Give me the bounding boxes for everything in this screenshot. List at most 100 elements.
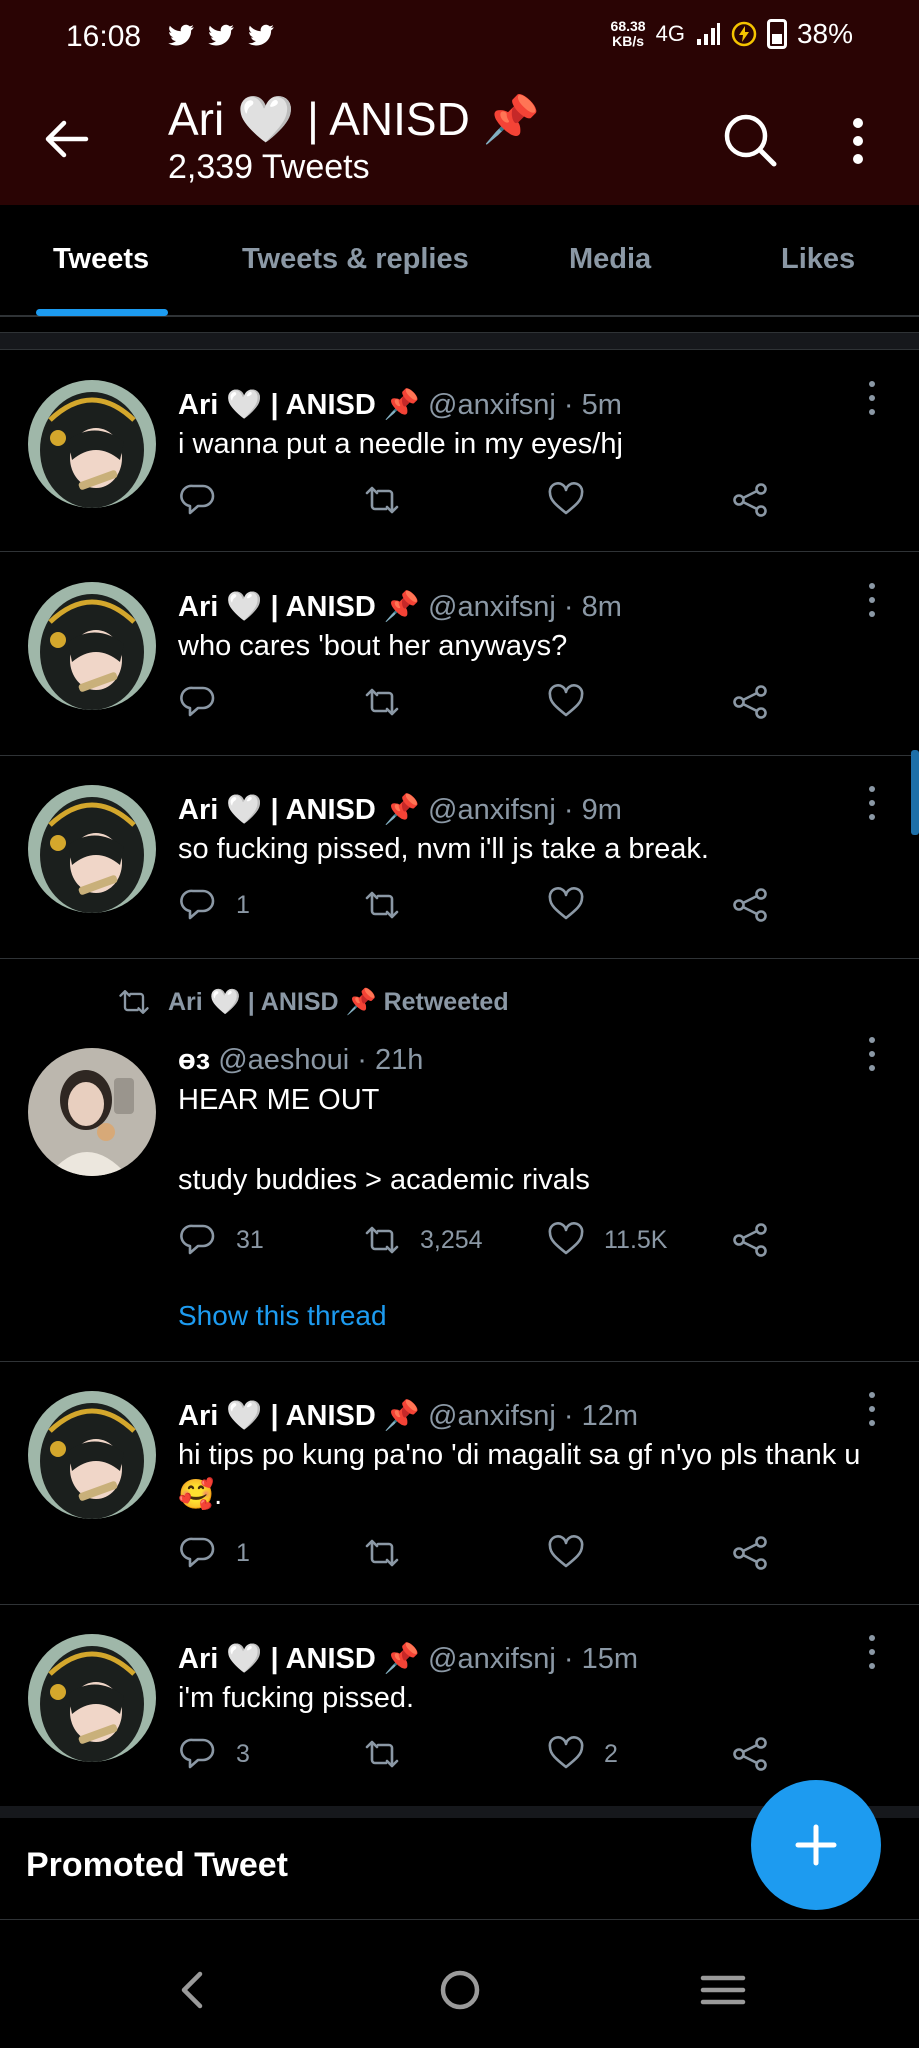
retweet-icon: [365, 1539, 399, 1567]
reply-icon: [180, 1224, 215, 1255]
tweet-actions: [178, 682, 778, 726]
reply-button[interactable]: 3: [178, 1734, 250, 1774]
notification-icons: [166, 22, 276, 50]
author-name: Ari 🤍 | ANISD 📌: [178, 1643, 420, 1675]
tweet-more-icon[interactable]: [862, 1034, 882, 1074]
status-time: 16:08: [66, 20, 142, 53]
retweeted-by-label: Ari 🤍 | ANISD 📌 Retweeted: [168, 987, 509, 1016]
tab-media[interactable]: Media: [569, 243, 651, 276]
author-name: Ari 🤍 | ANISD 📌: [178, 794, 420, 826]
share-icon: [733, 1223, 767, 1257]
arrow-left-icon: [45, 120, 89, 158]
retweet-button[interactable]: [362, 480, 420, 520]
retweet-button[interactable]: [362, 1734, 420, 1774]
share-icon: [733, 685, 767, 719]
compose-tweet-button[interactable]: [751, 1780, 881, 1910]
profile-name: Ari 🤍 | ANISD 📌: [168, 93, 540, 145]
avatar[interactable]: [28, 380, 156, 508]
tweet-text: so fucking pissed, nvm i'll js take a br…: [178, 833, 709, 865]
share-button[interactable]: [730, 1734, 770, 1774]
retweet-context: Ari 🤍 | ANISD 📌 Retweeted: [116, 984, 509, 1020]
author-handle-time: @aeshoui · 21h: [210, 1044, 424, 1076]
share-button[interactable]: [730, 1533, 770, 1573]
scrollbar-thumb[interactable]: [911, 750, 919, 835]
signal-icon: [696, 23, 720, 45]
like-button[interactable]: [546, 1533, 604, 1573]
network-type: 4G: [655, 21, 685, 46]
show-thread-link[interactable]: Show this thread: [178, 1300, 387, 1332]
tweet-item[interactable]: Ari 🤍 | ANISD 📌 @anxifsnj · 9m so fuckin…: [0, 757, 919, 959]
share-button[interactable]: [730, 885, 770, 925]
tweet-more-icon[interactable]: [862, 378, 882, 418]
share-icon: [733, 1737, 767, 1771]
reply-icon: [180, 484, 215, 515]
tweet-actions: 31 3,254 11.5K: [178, 1220, 778, 1264]
avatar[interactable]: [28, 1048, 156, 1176]
avatar[interactable]: [28, 1634, 156, 1762]
tweet-more-icon[interactable]: [862, 783, 882, 823]
tweet-item[interactable]: Ari 🤍 | ANISD 📌 @anxifsnj · 15m i'm fuck…: [0, 1606, 919, 1806]
avatar[interactable]: [28, 1391, 156, 1519]
tweet-count: 2,339 Tweets: [168, 148, 370, 186]
reply-icon: [180, 1537, 215, 1568]
tweet-text: who cares 'bout her anyways?: [178, 630, 568, 662]
reply-button[interactable]: [178, 480, 236, 520]
tweet-actions: 1: [178, 885, 778, 929]
like-button[interactable]: [546, 480, 604, 520]
reply-button[interactable]: 1: [178, 1533, 250, 1573]
tab-likes[interactable]: Likes: [781, 243, 855, 276]
back-button[interactable]: [38, 110, 96, 168]
tab-tweets-and-replies[interactable]: Tweets & replies: [242, 243, 469, 276]
like-button[interactable]: 11.5K: [546, 1220, 667, 1260]
battery-icon: [766, 19, 787, 49]
avatar[interactable]: [28, 582, 156, 710]
reply-button[interactable]: [178, 682, 236, 722]
nav-home-icon[interactable]: [430, 1960, 490, 2020]
tweet-header: Ari 🤍 | ANISD 📌 @anxifsnj · 5m: [178, 388, 622, 422]
tweet-item[interactable]: Ari 🤍 | ANISD 📌 @anxifsnj · 8m who cares…: [0, 554, 919, 756]
heart-icon: [548, 887, 584, 920]
share-button[interactable]: [730, 480, 770, 520]
reply-button[interactable]: 31: [178, 1220, 264, 1260]
like-button[interactable]: [546, 885, 604, 925]
avatar[interactable]: [28, 785, 156, 913]
nav-menu-icon[interactable]: [693, 1960, 753, 2020]
author-name: Ari 🤍 | ANISD 📌: [178, 389, 420, 421]
tweet-more-icon[interactable]: [862, 1389, 882, 1429]
tweet-actions: [178, 480, 778, 524]
retweet-button[interactable]: [362, 682, 420, 722]
author-handle-time: @anxifsnj · 12m: [420, 1400, 639, 1432]
tweet-header: Ari 🤍 | ANISD 📌 @anxifsnj · 9m: [178, 793, 622, 827]
more-vertical-icon: [853, 118, 863, 164]
tweet-item[interactable]: Ari 🤍 | ANISD 📌 @anxifsnj · 12m hi tips …: [0, 1363, 919, 1605]
tweet-item[interactable]: Ari 🤍 | ANISD 📌 Retweeted ɵɜ @aeshoui · …: [0, 960, 919, 1362]
retweet-button[interactable]: [362, 885, 420, 925]
like-button[interactable]: [546, 682, 604, 722]
author-handle-time: @anxifsnj · 15m: [420, 1643, 639, 1675]
retweet-icon: [365, 688, 399, 716]
tweet-text: HEAR ME OUT study buddies > academic riv…: [178, 1084, 590, 1196]
tweet-more-icon[interactable]: [862, 1632, 882, 1672]
reply-icon: [180, 1738, 215, 1769]
heart-icon: [548, 482, 584, 515]
profile-tabs: Tweets Tweets & replies Media Likes: [0, 205, 919, 317]
tab-tweets[interactable]: Tweets: [53, 243, 149, 276]
retweet-button[interactable]: [362, 1533, 420, 1573]
reply-count: 1: [236, 890, 250, 919]
tweet-more-icon[interactable]: [862, 580, 882, 620]
tweet-text: hi tips po kung pa'no 'di magalit sa gf …: [178, 1439, 869, 1511]
like-button[interactable]: 2: [546, 1734, 618, 1774]
reply-count: 1: [236, 1538, 250, 1567]
share-button[interactable]: [730, 1220, 770, 1260]
reply-count: 31: [236, 1225, 264, 1254]
reply-button[interactable]: 1: [178, 885, 250, 925]
tweet-item[interactable]: Ari 🤍 | ANISD 📌 @anxifsnj · 5m i wanna p…: [0, 352, 919, 552]
promoted-tweet-label: Promoted Tweet: [26, 1846, 288, 1884]
share-button[interactable]: [730, 682, 770, 722]
search-button[interactable]: [722, 112, 778, 168]
heart-icon: [548, 684, 584, 717]
retweet-button[interactable]: 3,254: [362, 1220, 483, 1260]
nav-back-icon[interactable]: [164, 1960, 224, 2020]
reply-count: 3: [236, 1739, 250, 1768]
more-options-button[interactable]: [840, 116, 876, 166]
